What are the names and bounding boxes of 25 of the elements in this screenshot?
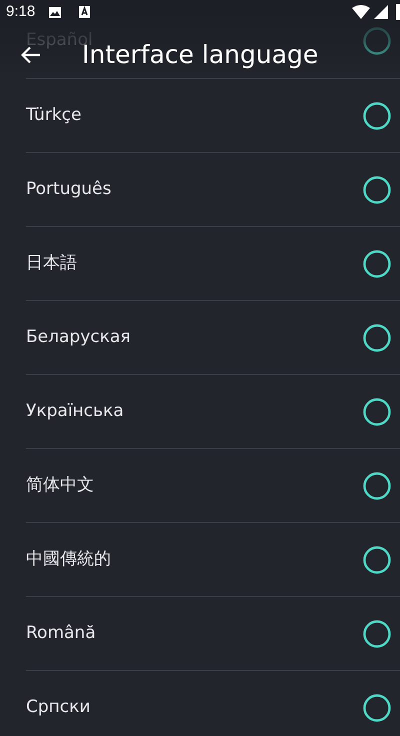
status-time: 9:18 xyxy=(6,2,36,22)
battery-icon xyxy=(396,4,400,20)
radio-button[interactable] xyxy=(363,546,391,574)
text-icon xyxy=(79,6,90,18)
radio-button[interactable] xyxy=(363,620,391,648)
language-label: Беларуская xyxy=(26,326,131,349)
language-label: 日本語 xyxy=(26,252,77,275)
language-label: Українська xyxy=(26,400,124,423)
wifi-icon xyxy=(352,5,370,19)
language-label: Português xyxy=(26,178,112,201)
radio-button[interactable] xyxy=(363,324,391,352)
radio-button[interactable] xyxy=(363,102,391,130)
language-label: 简体中文 xyxy=(26,474,94,497)
language-label: Türkçe xyxy=(26,104,82,127)
language-label: Српски xyxy=(26,696,90,719)
language-label: Română xyxy=(26,622,96,645)
radio-button[interactable] xyxy=(363,27,391,55)
radio-button[interactable] xyxy=(363,472,391,500)
signal-icon xyxy=(374,5,388,19)
radio-button[interactable] xyxy=(363,250,391,278)
language-label: 中國傳統的 xyxy=(26,548,111,571)
radio-button[interactable] xyxy=(363,176,391,204)
image-icon xyxy=(49,6,62,18)
radio-button[interactable] xyxy=(363,694,391,722)
radio-button[interactable] xyxy=(363,398,391,426)
